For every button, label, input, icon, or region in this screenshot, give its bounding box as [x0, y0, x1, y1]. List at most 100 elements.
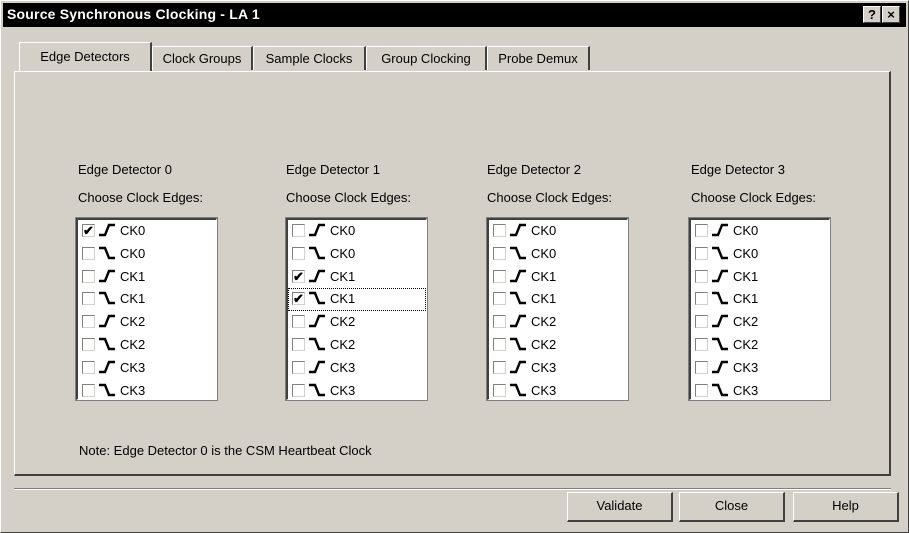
- rising-edge-icon: [510, 223, 526, 237]
- rising-edge-icon: [510, 360, 526, 373]
- list-item[interactable]: CK0: [288, 220, 426, 243]
- list-item[interactable]: CK3: [691, 380, 829, 403]
- checkbox[interactable]: [493, 224, 506, 237]
- list-item[interactable]: CK1: [489, 288, 627, 311]
- list-item[interactable]: CK3: [489, 380, 627, 403]
- edge-detector-3-list[interactable]: CK0 CK0 CK1 CK1 CK2 CK2 CK3 CK3: [688, 217, 831, 403]
- checkbox[interactable]: [695, 360, 708, 374]
- checkbox[interactable]: [493, 360, 506, 374]
- checkbox[interactable]: ✔: [292, 292, 305, 306]
- list-item[interactable]: CK2: [78, 311, 216, 334]
- edge-detector-2-list[interactable]: CK0 CK0 CK1 CK1 CK2 CK2 CK3 CK3: [486, 217, 629, 403]
- list-item[interactable]: CK2: [691, 334, 829, 357]
- checkbox[interactable]: ✔: [292, 269, 305, 283]
- rising-edge-icon: [99, 314, 115, 328]
- rising-edge-icon: [99, 269, 115, 282]
- list-item[interactable]: CK0: [489, 243, 627, 266]
- list-item[interactable]: CK2: [489, 311, 627, 334]
- list-item[interactable]: CK3: [288, 380, 426, 403]
- list-item[interactable]: CK1: [78, 266, 216, 289]
- list-item[interactable]: CK2: [489, 334, 627, 357]
- list-item[interactable]: CK0: [691, 243, 829, 266]
- checkbox[interactable]: [695, 224, 708, 237]
- list-item[interactable]: ✔ CK0: [78, 220, 216, 243]
- checkbox[interactable]: [493, 246, 506, 260]
- list-item[interactable]: CK2: [78, 334, 216, 357]
- clock-label: CK2: [120, 336, 146, 352]
- help-button[interactable]: Help: [793, 492, 899, 522]
- checkbox[interactable]: [82, 246, 95, 260]
- list-item[interactable]: CK0: [78, 243, 216, 266]
- list-item[interactable]: CK0: [489, 220, 627, 243]
- tab-group-clocking[interactable]: Group Clocking: [366, 46, 487, 70]
- edge-detector-0-subtitle: Choose Clock Edges:: [78, 190, 204, 205]
- list-item[interactable]: CK3: [288, 357, 426, 380]
- checkbox[interactable]: [292, 337, 305, 351]
- list-item[interactable]: CK2: [691, 311, 829, 334]
- list-item[interactable]: CK1: [78, 288, 216, 311]
- clock-label: CK1: [531, 291, 557, 307]
- checkbox[interactable]: [695, 383, 708, 397]
- clock-label: CK2: [120, 314, 146, 330]
- list-item[interactable]: CK3: [691, 357, 829, 380]
- checkbox[interactable]: [695, 292, 708, 306]
- close-title-button[interactable]: ×: [882, 6, 900, 23]
- checkbox[interactable]: [493, 337, 506, 351]
- validate-button[interactable]: Validate: [567, 492, 673, 522]
- checkbox[interactable]: [82, 269, 95, 283]
- window-title: Source Synchronous Clocking - LA 1: [7, 6, 260, 22]
- checkbox[interactable]: [82, 315, 95, 329]
- checkbox[interactable]: [292, 383, 305, 397]
- edge-detector-2-subtitle: Choose Clock Edges:: [487, 190, 613, 205]
- help-title-button[interactable]: ?: [863, 6, 881, 23]
- rising-edge-icon: [309, 314, 325, 328]
- checkbox[interactable]: [292, 315, 305, 329]
- checkbox[interactable]: [82, 383, 95, 397]
- clock-label: CK1: [330, 268, 356, 284]
- close-button[interactable]: Close: [679, 492, 785, 522]
- checkbox[interactable]: [695, 315, 708, 329]
- list-item[interactable]: CK1: [489, 266, 627, 289]
- checkbox[interactable]: [695, 337, 708, 351]
- edge-detector-0-list[interactable]: ✔ CK0 CK0 CK1 CK1 CK2 CK2 CK3 CK3: [75, 217, 218, 403]
- clock-label: CK2: [330, 314, 356, 330]
- edge-detector-1-list[interactable]: CK0 CK0 ✔ CK1 ✔ CK1 CK2 CK2 CK3 CK3: [285, 217, 428, 403]
- checkbox[interactable]: [493, 269, 506, 283]
- list-item[interactable]: CK2: [288, 334, 426, 357]
- falling-edge-icon: [309, 246, 325, 259]
- checkbox[interactable]: [292, 224, 305, 237]
- list-item[interactable]: CK2: [288, 311, 426, 334]
- checkbox[interactable]: [82, 337, 95, 351]
- list-item[interactable]: CK3: [489, 357, 627, 380]
- list-item[interactable]: ✔ CK1: [288, 288, 426, 312]
- list-item[interactable]: CK1: [691, 266, 829, 289]
- tab-clock-groups[interactable]: Clock Groups: [152, 46, 253, 70]
- clock-label: CK3: [120, 382, 146, 398]
- falling-edge-icon: [309, 337, 325, 351]
- tab-sample-clocks[interactable]: Sample Clocks: [253, 46, 366, 70]
- falling-edge-icon: [99, 292, 115, 305]
- list-item[interactable]: CK3: [78, 357, 216, 380]
- list-item[interactable]: CK0: [288, 243, 426, 266]
- checkbox[interactable]: [493, 315, 506, 329]
- checkbox[interactable]: ✔: [82, 224, 95, 237]
- checkbox[interactable]: [292, 360, 305, 374]
- clock-label: CK0: [531, 223, 557, 238]
- checkbox[interactable]: [292, 246, 305, 260]
- checkbox[interactable]: [695, 269, 708, 283]
- list-item[interactable]: CK0: [691, 220, 829, 243]
- list-item[interactable]: ✔ CK1: [288, 266, 426, 289]
- list-item[interactable]: CK3: [78, 380, 216, 403]
- checkbox[interactable]: [695, 246, 708, 260]
- checkbox[interactable]: [82, 360, 95, 374]
- clock-label: CK0: [531, 245, 557, 261]
- rising-edge-icon: [99, 360, 115, 373]
- checkbox[interactable]: [82, 292, 95, 306]
- title-bar[interactable]: Source Synchronous Clocking - LA 1 ? ×: [3, 3, 906, 27]
- tab-probe-demux[interactable]: Probe Demux: [487, 46, 590, 70]
- falling-edge-icon: [510, 383, 526, 396]
- tab-edge-detectors[interactable]: Edge Detectors: [19, 42, 152, 71]
- checkbox[interactable]: [493, 292, 506, 306]
- list-item[interactable]: CK1: [691, 288, 829, 311]
- checkbox[interactable]: [493, 383, 506, 397]
